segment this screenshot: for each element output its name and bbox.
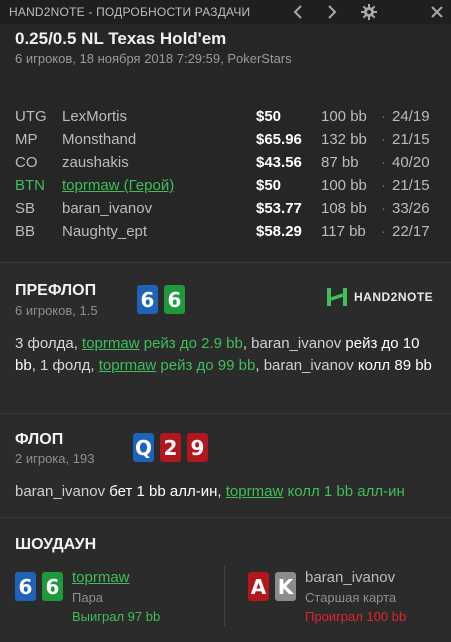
hand2note-logo: HAND2NOTE	[326, 287, 433, 307]
player-position: SB	[15, 200, 36, 217]
player-vpip-pfr: 21/15	[392, 131, 430, 148]
board-card-2: 2	[160, 433, 181, 462]
player-vpip-pfr: 24/19	[392, 108, 430, 125]
player-vpip-pfr: 21/15	[392, 177, 430, 194]
preflop-actions: 3 фолда, toprmaw рейз до 2.9 bb, baran_i…	[15, 333, 440, 377]
action-text: ,	[217, 483, 226, 500]
separator-dot: ·	[381, 200, 386, 217]
showdown-villain-result: Проиграл 100 bb	[305, 609, 407, 624]
separator-dot: ·	[381, 108, 386, 125]
hero-name-link[interactable]: toprmaw	[226, 483, 284, 500]
board-card-1: Q	[133, 433, 154, 462]
gear-icon[interactable]	[355, 0, 383, 24]
player-row: SB baran_ivanov $53.77 108 bb · 33/26	[0, 200, 451, 222]
showdown-villain-card-1: A	[248, 572, 269, 601]
player-stack: $50	[256, 177, 282, 194]
preflop-subtitle: 6 игроков, 1.5	[15, 303, 98, 318]
villain-action: колл 89 bb	[353, 357, 432, 374]
separator-dot: ·	[381, 131, 386, 148]
close-icon[interactable]	[423, 0, 451, 24]
hero-action: рейз до 2.9 bb	[139, 335, 243, 352]
separator-dot: ·	[381, 177, 386, 194]
villain-name[interactable]: baran_ivanov	[251, 335, 341, 352]
logo-text: HAND2NOTE	[354, 290, 434, 304]
player-name[interactable]: LexMortis	[62, 108, 127, 125]
action-text: 3 фолда,	[15, 335, 83, 352]
hand2note-logo-icon	[327, 288, 347, 306]
player-stack-bb: 117 bb	[321, 223, 366, 240]
player-stack: $50	[256, 108, 282, 125]
showdown-title: ШОУДАУН	[15, 536, 97, 553]
showdown-separator	[224, 566, 225, 626]
player-stack: $53.77	[256, 200, 302, 217]
preflop-title: ПРЕФЛОП	[15, 282, 97, 299]
hero-name-link[interactable]: toprmaw	[82, 335, 140, 352]
hero-card-2: 6	[164, 285, 185, 314]
action-text: , 1 фолд,	[31, 357, 99, 374]
player-vpip-pfr: 40/20	[392, 154, 430, 171]
window-title: HAND2NOTE - ПОДРОБНОСТИ РАЗДАЧИ	[9, 5, 251, 19]
player-position: UTG	[15, 108, 47, 125]
showdown-villain-name[interactable]: baran_ivanov	[305, 569, 395, 586]
action-text: ,	[242, 335, 252, 352]
player-name[interactable]: Monsthand	[62, 131, 136, 148]
hand-title: 0.25/0.5 NL Texas Hold'em	[15, 29, 227, 48]
showdown-hero-name[interactable]: toprmaw	[72, 569, 130, 586]
flop-subtitle: 2 игрока, 193	[15, 451, 95, 466]
divider	[0, 517, 451, 518]
player-row-hero: BTN toprmaw (Герой) $50 100 bb · 21/15	[0, 177, 451, 199]
board-card-3: 9	[187, 433, 208, 462]
player-vpip-pfr: 22/17	[392, 223, 430, 240]
flop-actions: baran_ivanov бет 1 bb алл-ин, toprmaw ко…	[15, 481, 440, 503]
hero-action: рейз до 99 bb	[156, 357, 256, 374]
player-name[interactable]: baran_ivanov	[62, 200, 152, 217]
player-stack: $65.96	[256, 131, 302, 148]
villain-name[interactable]: baran_ivanov	[15, 483, 105, 500]
player-row: BB Naughty_ept $58.29 117 bb · 22/17	[0, 223, 451, 245]
player-position: CO	[15, 154, 38, 171]
showdown-hero-result: Выиграл 97 bb	[72, 609, 161, 624]
player-stack-bb: 108 bb	[321, 200, 367, 217]
showdown-villain-card-2: K	[275, 572, 296, 601]
player-row: CO zaushakis $43.56 87 bb · 40/20	[0, 154, 451, 176]
player-row: UTG LexMortis $50 100 bb · 24/19	[0, 108, 451, 130]
villain-action: бет 1 bb алл-ин	[105, 483, 218, 500]
action-text: ,	[255, 357, 264, 374]
showdown-hero-hand: Пара	[72, 590, 104, 605]
player-position: BTN	[15, 177, 45, 194]
hero-action: колл 1 bb алл-ин	[283, 483, 405, 500]
player-stack-bb: 100 bb	[321, 108, 367, 125]
player-name[interactable]: Naughty_ept	[62, 223, 147, 240]
divider	[0, 413, 451, 414]
player-name[interactable]: toprmaw (Герой)	[62, 177, 174, 194]
showdown-villain-hand: Старшая карта	[305, 590, 397, 605]
flop-title: ФЛОП	[15, 431, 64, 448]
chevron-left-icon[interactable]	[284, 0, 312, 24]
showdown-hero-card-1: 6	[15, 572, 36, 601]
divider	[0, 262, 451, 263]
player-position: MP	[15, 131, 38, 148]
hero-card-1: 6	[137, 285, 158, 314]
showdown-hero-card-2: 6	[42, 572, 63, 601]
player-position: BB	[15, 223, 36, 240]
player-vpip-pfr: 33/26	[392, 200, 430, 217]
player-stack-bb: 132 bb	[321, 131, 367, 148]
villain-name[interactable]: baran_ivanov	[264, 357, 354, 374]
player-stack: $43.56	[256, 154, 302, 171]
chevron-right-icon[interactable]	[318, 0, 346, 24]
hero-name-link[interactable]: toprmaw	[99, 357, 157, 374]
title-bar: HAND2NOTE - ПОДРОБНОСТИ РАЗДАЧИ	[0, 0, 451, 24]
player-stack-bb: 87 bb	[321, 154, 359, 171]
player-name[interactable]: zaushakis	[62, 154, 129, 171]
separator-dot: ·	[381, 223, 386, 240]
player-stack: $58.29	[256, 223, 302, 240]
player-stack-bb: 100 bb	[321, 177, 367, 194]
separator-dot: ·	[381, 154, 386, 171]
hand-subtitle: 6 игроков, 18 ноября 2018 7:29:59, Poker…	[15, 51, 292, 66]
player-row: MP Monsthand $65.96 132 bb · 21/15	[0, 131, 451, 153]
